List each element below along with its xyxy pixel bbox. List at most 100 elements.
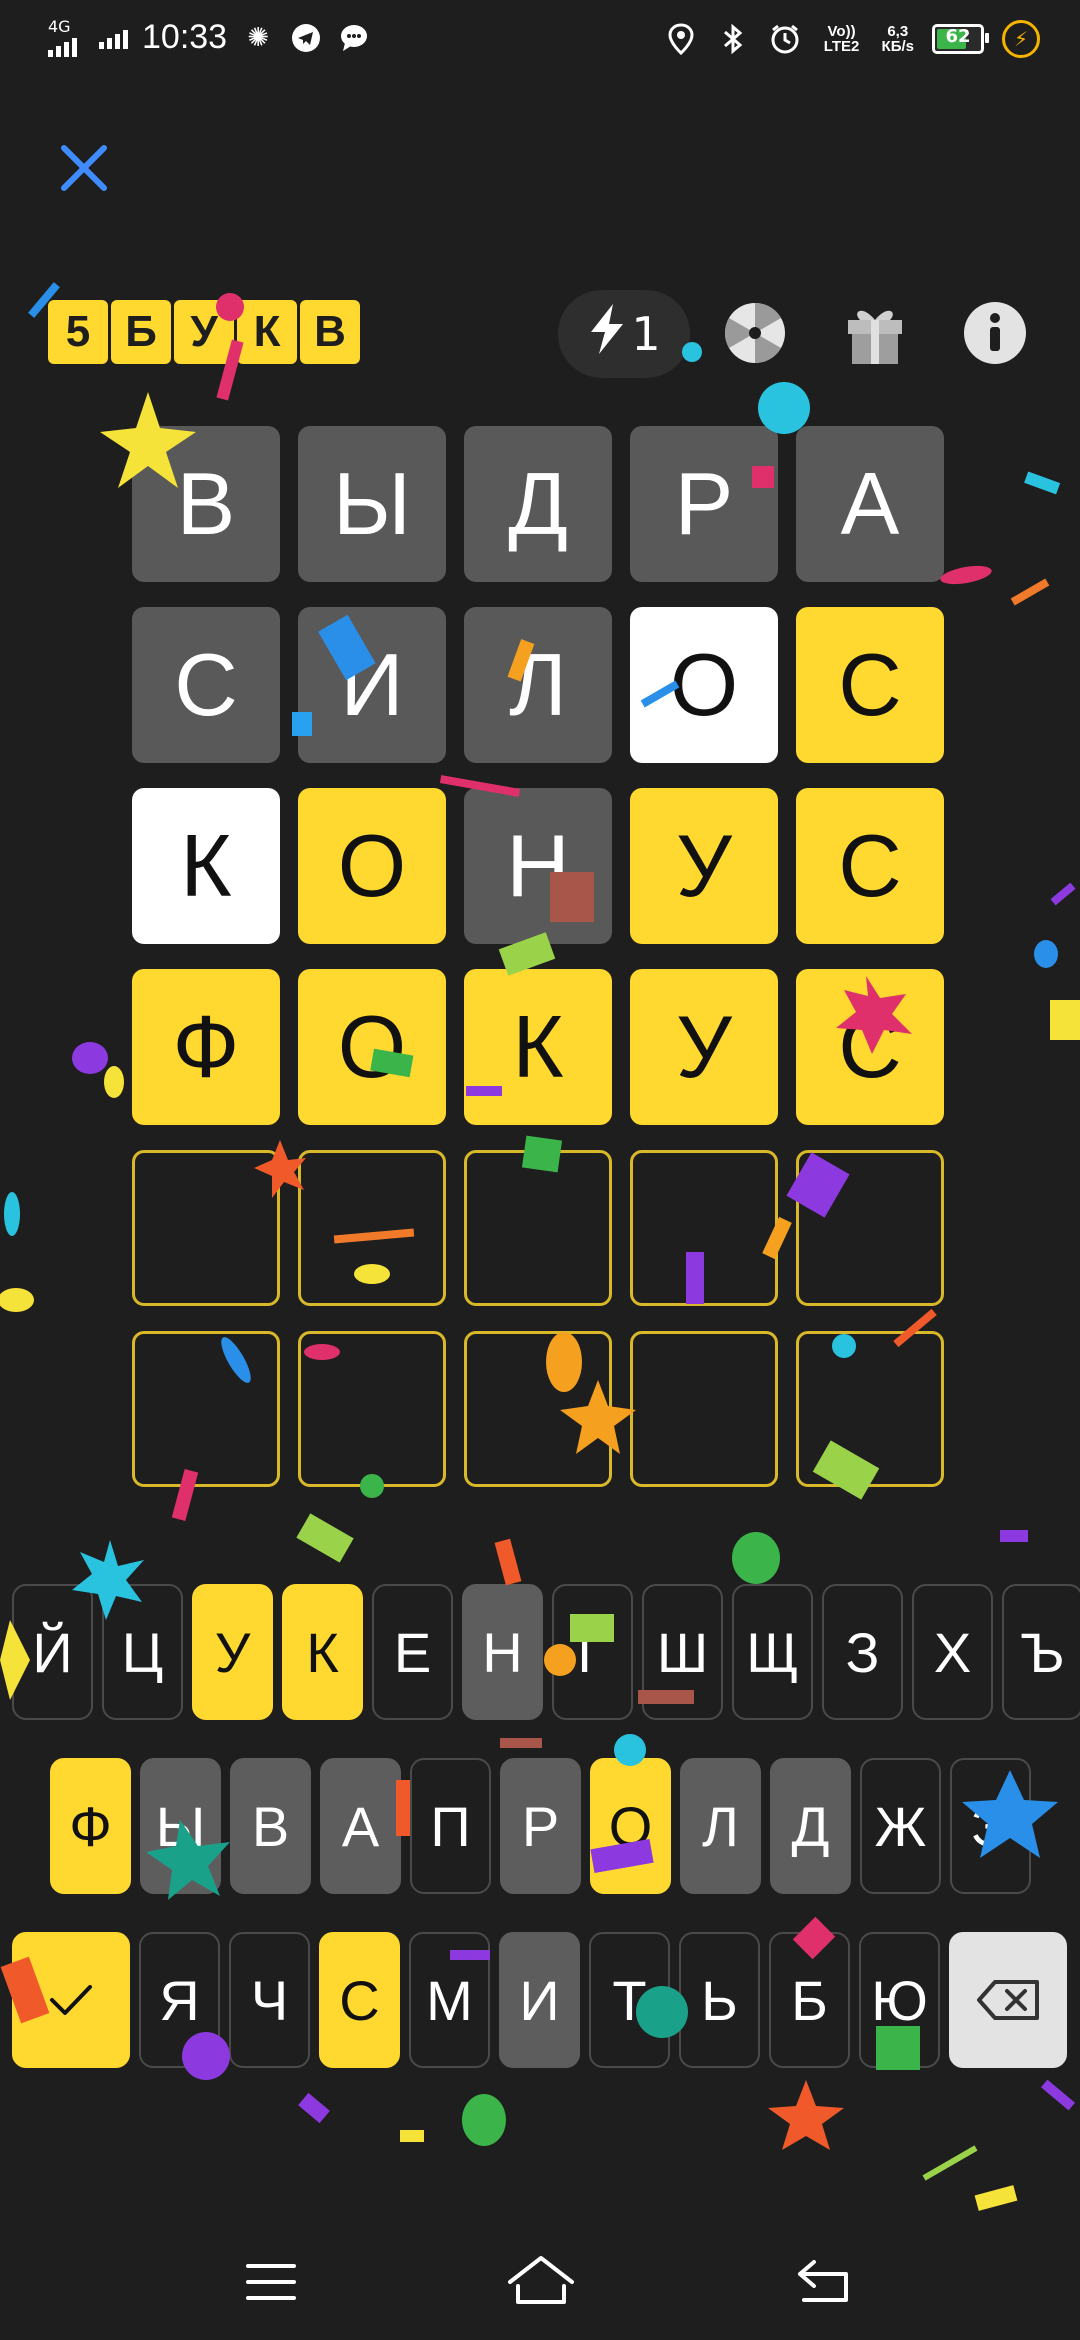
- grid-tile: Р: [630, 426, 778, 582]
- key[interactable]: Ш: [642, 1584, 723, 1720]
- boost-button[interactable]: 1: [558, 290, 690, 378]
- grid-tile: Н: [464, 788, 612, 944]
- grid-tile: Ф: [132, 969, 280, 1125]
- clock: 10:33: [142, 18, 228, 56]
- key[interactable]: И: [499, 1932, 580, 2068]
- check-icon: [50, 1985, 92, 2015]
- grid-tile: Д: [464, 426, 612, 582]
- grid-tile-empty: [464, 1331, 612, 1487]
- bluetooth-icon: [716, 22, 750, 56]
- key[interactable]: Д: [770, 1758, 851, 1894]
- net-speed: 6,3 КБ/s: [882, 24, 914, 54]
- grid-tile: С: [796, 969, 944, 1125]
- key[interactable]: Ж: [860, 1758, 941, 1894]
- signal-icon: [48, 35, 77, 57]
- enter-button[interactable]: [12, 1932, 130, 2068]
- boost-count: 1: [631, 307, 661, 361]
- key[interactable]: Е: [372, 1584, 453, 1720]
- key[interactable]: Т: [589, 1932, 670, 2068]
- game-logo: 5 Б У К В: [48, 300, 360, 364]
- key[interactable]: Ь: [679, 1932, 760, 2068]
- home-icon[interactable]: [504, 2252, 574, 2312]
- grid-tile: С: [796, 788, 944, 944]
- key[interactable]: Л: [680, 1758, 761, 1894]
- key[interactable]: Ъ: [1002, 1584, 1080, 1720]
- lightning-icon: [587, 302, 627, 367]
- grid-tile: Л: [464, 607, 612, 763]
- key[interactable]: Ф: [50, 1758, 131, 1894]
- key[interactable]: А: [320, 1758, 401, 1894]
- volte-indicator: Vo)) LTE2: [823, 23, 860, 55]
- grid-tile-empty: [132, 1331, 280, 1487]
- network-indicator: 4G: [48, 16, 77, 57]
- battery-level: 62: [945, 26, 971, 47]
- signal-icon: [99, 27, 128, 49]
- key[interactable]: М: [409, 1932, 490, 2068]
- grid-tile-empty: [630, 1150, 778, 1306]
- key[interactable]: Н: [462, 1584, 543, 1720]
- net-speed-unit: КБ/s: [881, 38, 914, 55]
- key[interactable]: С: [319, 1932, 400, 2068]
- key[interactable]: Ц: [102, 1584, 183, 1720]
- key[interactable]: Ч: [229, 1932, 310, 2068]
- chat-icon: [337, 21, 371, 55]
- gift-icon[interactable]: [842, 300, 908, 366]
- grid-tile-empty: [796, 1331, 944, 1487]
- net-speed-value: 6,3: [887, 23, 909, 40]
- menu-icon[interactable]: [236, 2252, 306, 2312]
- grid-tile: О: [630, 607, 778, 763]
- key[interactable]: Ы: [140, 1758, 221, 1894]
- key[interactable]: У: [192, 1584, 273, 1720]
- back-icon[interactable]: [790, 2252, 860, 2312]
- grid-tile: С: [796, 607, 944, 763]
- logo-letter: У: [174, 300, 234, 364]
- wheel-icon[interactable]: [722, 300, 788, 366]
- key[interactable]: П: [410, 1758, 491, 1894]
- backspace-button[interactable]: [949, 1932, 1067, 2068]
- grid-tile: Ы: [298, 426, 446, 582]
- location-icon: [664, 22, 698, 56]
- key[interactable]: К: [282, 1584, 363, 1720]
- key[interactable]: Б: [769, 1932, 850, 2068]
- grid-tile: С: [132, 607, 280, 763]
- backspace-icon: [977, 1980, 1039, 2020]
- logo-letter: В: [300, 300, 360, 364]
- network-type: 4G: [48, 16, 71, 36]
- system-nav-bar: [0, 2210, 1080, 2340]
- info-icon[interactable]: [962, 300, 1028, 366]
- key[interactable]: Г: [552, 1584, 633, 1720]
- keyboard-row-3: Я Ч С М И Т Ь Б Ю: [12, 1932, 1067, 2068]
- key[interactable]: Э: [950, 1758, 1031, 1894]
- grid-tile-empty: [132, 1150, 280, 1306]
- telegram-icon: [289, 21, 323, 55]
- key[interactable]: Щ: [732, 1584, 813, 1720]
- grid-tile-empty: [298, 1150, 446, 1306]
- keyboard-row-1: Й Ц У К Е Н Г Ш Щ З Х Ъ: [12, 1584, 1080, 1720]
- alarm-icon: [768, 22, 802, 56]
- logo-letter: 5: [48, 300, 108, 364]
- status-left: 4G 10:33 ✺: [48, 18, 371, 57]
- keyboard-row-2: Ф Ы В А П Р О Л Д Ж Э: [50, 1758, 1031, 1894]
- grid-tile: О: [298, 788, 446, 944]
- key[interactable]: Я: [139, 1932, 220, 2068]
- grid-tile: У: [630, 788, 778, 944]
- grid-tile: А: [796, 426, 944, 582]
- grid-tile: И: [298, 607, 446, 763]
- status-right: Vo)) LTE2 6,3 КБ/s 62 ⚡: [664, 20, 1040, 58]
- key[interactable]: О: [590, 1758, 671, 1894]
- grid-tile-empty: [630, 1331, 778, 1487]
- logo-letter: Б: [111, 300, 171, 364]
- sparkle-icon: ✺: [247, 22, 269, 53]
- key[interactable]: Й: [12, 1584, 93, 1720]
- battery-icon: 62: [932, 24, 989, 54]
- grid-tile: К: [132, 788, 280, 944]
- key[interactable]: Х: [912, 1584, 993, 1720]
- close-icon[interactable]: [56, 140, 112, 196]
- key[interactable]: Ю: [859, 1932, 940, 2068]
- key[interactable]: Р: [500, 1758, 581, 1894]
- grid-tile-empty: [298, 1331, 446, 1487]
- key[interactable]: З: [822, 1584, 903, 1720]
- grid-tile: О: [298, 969, 446, 1125]
- key[interactable]: В: [230, 1758, 311, 1894]
- grid-tile-empty: [796, 1150, 944, 1306]
